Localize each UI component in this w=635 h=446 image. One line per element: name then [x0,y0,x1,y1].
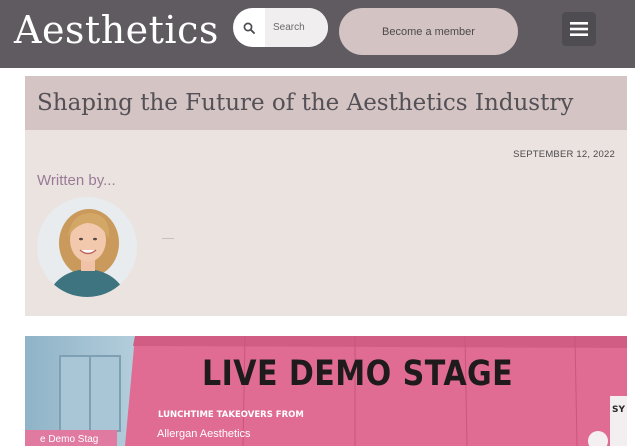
stage-banner-brand: Allergan Aesthetics [157,428,251,440]
corner-sign-text: SY [612,405,625,415]
article-meta-panel: SEPTEMBER 12, 2022 Written by... —— [25,130,627,316]
search-box[interactable] [233,8,328,47]
post-date: SEPTEMBER 12, 2022 [513,149,615,160]
author-avatar[interactable] [37,197,137,297]
stage-banner-title: LIVE DEMO STAGE [202,354,514,394]
side-sign-text: e Demo Stag [40,434,99,445]
search-input[interactable] [265,8,328,47]
become-member-button[interactable]: Become a member [339,8,518,55]
site-logo[interactable]: Aesthetics [14,5,219,55]
search-icon[interactable] [233,8,265,47]
page-title: Shaping the Future of the Aesthetics Ind… [37,90,574,116]
hamburger-menu-icon [570,22,588,36]
stage-banner-subheading: LUNCHTIME TAKEOVERS FROM [158,410,304,420]
author-name[interactable]: —— [162,236,174,242]
article-title-band: Shaping the Future of the Aesthetics Ind… [25,76,627,130]
written-by-label: Written by... [37,172,116,189]
menu-button[interactable] [562,12,596,46]
site-header: Aesthetics Become a member [0,0,635,68]
